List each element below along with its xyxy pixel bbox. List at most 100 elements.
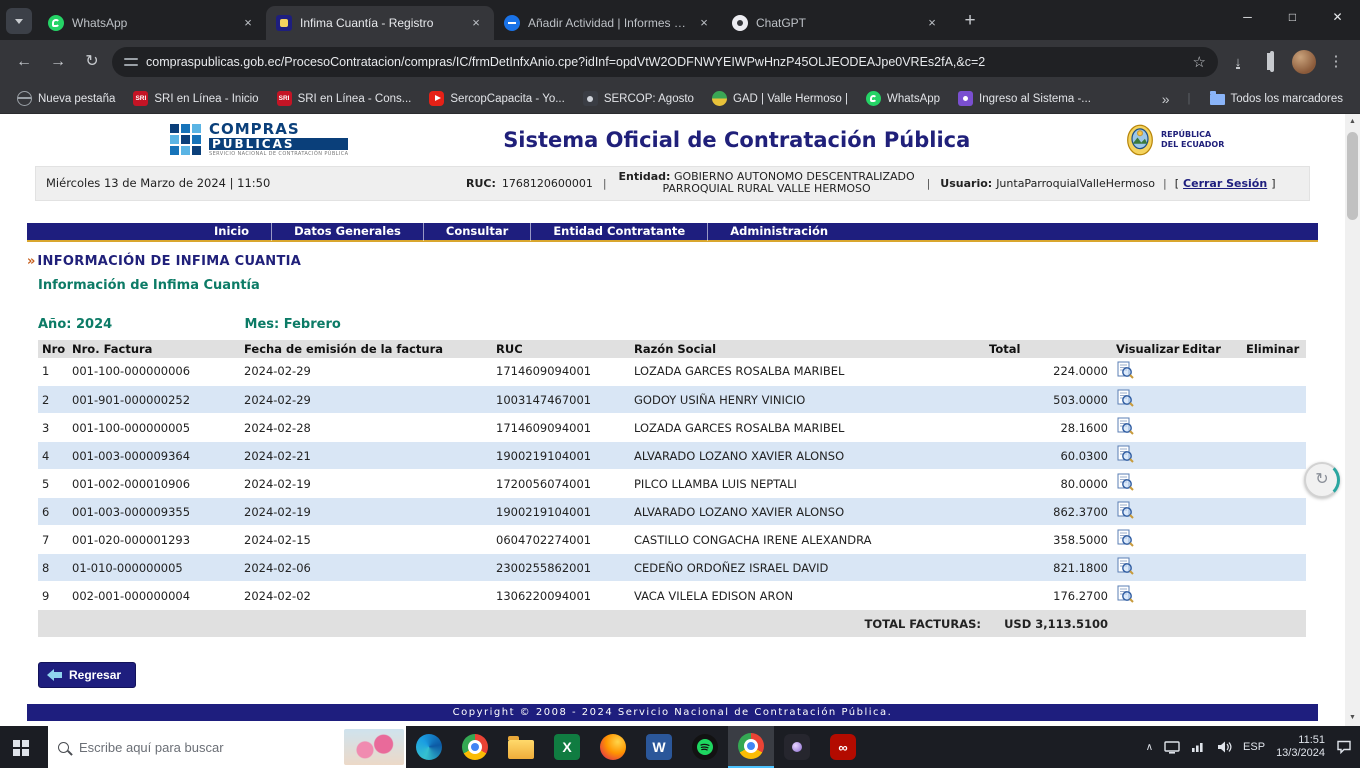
taskbar-photos-app-icon[interactable]: [774, 726, 820, 768]
cell-razon: ALVARADO LOZANO XAVIER ALONSO: [630, 442, 985, 470]
cell-eliminar: [1242, 414, 1306, 442]
page-scrollbar[interactable]: [1345, 114, 1360, 726]
scroll-up-icon[interactable]: [1345, 114, 1360, 130]
search-icon: [58, 742, 69, 753]
new-tab-button[interactable]: [956, 8, 984, 36]
total-row-filler: [1112, 610, 1306, 638]
bookmarks-overflow-icon[interactable]: [1156, 91, 1176, 107]
cell-visualizar: [1112, 498, 1178, 526]
bookmark-sercopcapacita[interactable]: SercopCapacita - Yo...: [422, 88, 571, 109]
side-panel-icon[interactable]: [1270, 51, 1274, 72]
address-bar[interactable]: compraspublicas.gob.ec/ProcesoContrataci…: [112, 47, 1218, 77]
visualizar-icon[interactable]: [1116, 473, 1134, 491]
gad-icon: [712, 91, 727, 106]
tab-anadir-actividad[interactable]: Añadir Actividad | Informes Me: [494, 6, 722, 40]
taskbar-search[interactable]: [48, 726, 406, 768]
browser-menu-icon[interactable]: [1322, 48, 1350, 76]
visualizar-icon[interactable]: [1116, 361, 1134, 379]
cell-factura: 001-003-000009364: [68, 442, 240, 470]
scroll-down-icon[interactable]: [1345, 710, 1360, 726]
visualizar-icon[interactable]: [1116, 389, 1134, 407]
tray-expand-icon[interactable]: [1146, 742, 1153, 753]
tab-close-icon[interactable]: [468, 15, 484, 31]
visualizar-icon[interactable]: [1116, 585, 1134, 603]
visualizar-icon[interactable]: [1116, 557, 1134, 575]
taskbar-word-icon[interactable]: [636, 726, 682, 768]
menu-item-datos-generales[interactable]: Datos Generales: [271, 222, 423, 241]
cell-nro: 8: [38, 554, 68, 582]
bookmark-label: WhatsApp: [887, 93, 940, 105]
taskbar-excel-icon[interactable]: [544, 726, 590, 768]
tab-chatgpt[interactable]: ChatGPT: [722, 6, 950, 40]
url-text[interactable]: compraspublicas.gob.ec/ProcesoContrataci…: [146, 55, 1185, 69]
display-icon[interactable]: [1164, 741, 1180, 754]
close-window-button[interactable]: [1315, 0, 1360, 34]
logout-link[interactable]: Cerrar Sesión: [1183, 177, 1267, 190]
visualizar-icon[interactable]: [1116, 501, 1134, 519]
col-header-total: Total: [985, 340, 1112, 358]
divider: |: [1159, 177, 1171, 190]
bookmark-ingreso-sistema[interactable]: Ingreso al Sistema -...: [951, 88, 1098, 109]
tab-close-icon[interactable]: [696, 15, 712, 31]
visualizar-icon[interactable]: [1116, 529, 1134, 547]
taskbar-spotify-icon[interactable]: [682, 726, 728, 768]
menu-item-inicio[interactable]: Inicio: [192, 222, 271, 241]
menu-item-consultar[interactable]: Consultar: [423, 222, 530, 241]
tab-close-icon[interactable]: [240, 15, 256, 31]
taskbar-file-explorer-icon[interactable]: [498, 726, 544, 768]
network-icon[interactable]: [1191, 741, 1206, 753]
divider: |: [923, 177, 935, 190]
tab-infima-cuantia[interactable]: Infima Cuantía - Registro: [266, 6, 494, 40]
forward-button[interactable]: [44, 48, 72, 76]
bookmark-sri-inicio[interactable]: SRI en Línea - Inicio: [126, 88, 265, 109]
taskbar-edge-icon[interactable]: [406, 726, 452, 768]
bookmark-sri-consultas[interactable]: SRI en Línea - Cons...: [270, 88, 419, 109]
taskbar-chrome-icon[interactable]: [452, 726, 498, 768]
bookmark-nueva-pestana[interactable]: Nueva pestaña: [10, 88, 122, 109]
visualizar-icon[interactable]: [1116, 417, 1134, 435]
search-highlight-image[interactable]: [344, 729, 404, 765]
start-button[interactable]: [0, 726, 48, 768]
menu-item-administracion[interactable]: Administración: [707, 222, 850, 241]
cell-razon: VACA VILELA EDISON ARON: [630, 582, 985, 610]
profile-avatar[interactable]: [1292, 50, 1316, 74]
cell-total: 224.0000: [985, 358, 1112, 386]
cell-total: 80.0000: [985, 470, 1112, 498]
bookmark-star-icon[interactable]: [1193, 53, 1206, 71]
cell-visualizar: [1112, 386, 1178, 414]
cell-factura: 001-901-000000252: [68, 386, 240, 414]
invoice-table-body: 1001-100-0000000062024-02-29171460909400…: [38, 358, 1306, 610]
main-menu: Inicio Datos Generales Consultar Entidad…: [27, 223, 1318, 242]
minimize-button[interactable]: [1225, 0, 1270, 34]
invoice-row: 4001-003-0000093642024-02-21190021910400…: [38, 442, 1306, 470]
entity-value: GOBIERNO AUTONOMO DESCENTRALIZADO PARROQ…: [662, 170, 914, 196]
action-center-icon[interactable]: [1336, 740, 1352, 754]
back-button[interactable]: [10, 48, 38, 76]
menu-item-entidad-contratante[interactable]: Entidad Contratante: [530, 222, 707, 241]
reload-button[interactable]: [78, 48, 106, 76]
scrollbar-thumb[interactable]: [1347, 132, 1358, 220]
bookmark-gad-valle-hermoso[interactable]: GAD | Valle Hermoso |: [705, 88, 855, 109]
taskbar-clock[interactable]: 11:51 13/3/2024: [1276, 734, 1325, 760]
tab-whatsapp[interactable]: WhatsApp: [38, 6, 266, 40]
bookmark-sercop-agosto[interactable]: SERCOP: Agosto: [576, 88, 701, 109]
cell-total: 176.2700: [985, 582, 1112, 610]
cell-ruc: 1714609094001: [492, 414, 630, 442]
maximize-button[interactable]: [1270, 0, 1315, 34]
invoice-table: Nro Nro. Factura Fecha de emisión de la …: [38, 340, 1306, 639]
volume-icon[interactable]: [1217, 741, 1232, 753]
language-indicator[interactable]: ESP: [1243, 741, 1265, 753]
rotate-arrow-icon: [1315, 472, 1328, 488]
taskbar-acrobat-icon[interactable]: [820, 726, 866, 768]
taskbar-chrome-active-icon[interactable]: [728, 726, 774, 768]
regresar-button[interactable]: Regresar: [38, 662, 136, 688]
tab-search-button[interactable]: [6, 8, 32, 34]
all-bookmarks-button[interactable]: Todos los marcadores: [1203, 89, 1351, 108]
accessibility-widget-button[interactable]: [1304, 462, 1340, 498]
taskbar-firefox-icon[interactable]: [590, 726, 636, 768]
downloads-icon[interactable]: [1235, 54, 1242, 69]
visualizar-icon[interactable]: [1116, 445, 1134, 463]
site-info-icon[interactable]: [124, 57, 138, 67]
tab-close-icon[interactable]: [924, 15, 940, 31]
bookmark-whatsapp[interactable]: WhatsApp: [859, 88, 947, 109]
